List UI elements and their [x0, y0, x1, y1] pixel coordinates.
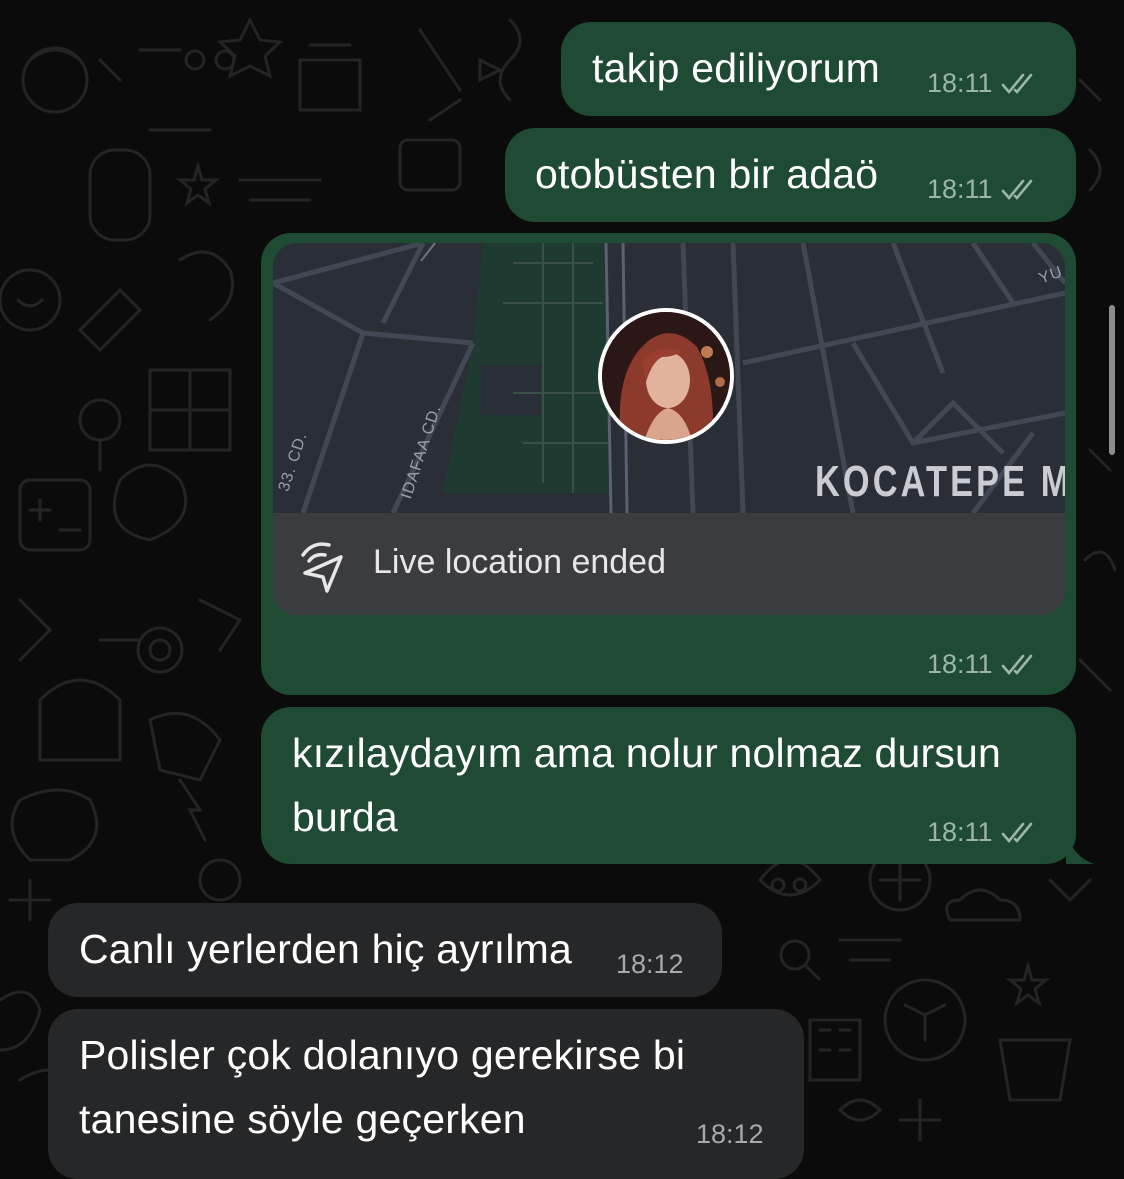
message-text-line: burda	[292, 794, 398, 840]
outgoing-message[interactable]: otobüsten bir adaö 18:11	[505, 128, 1076, 222]
message-text: otobüsten bir adaö	[535, 151, 879, 197]
double-check-icon	[1001, 73, 1032, 94]
outgoing-message[interactable]: kızılaydayım ama nolur nolmaz dursun bur…	[261, 707, 1076, 864]
double-check-icon	[1001, 179, 1032, 200]
message-time: 18:12	[696, 1119, 764, 1149]
message-time: 18:11	[927, 649, 993, 679]
message-meta: 18:12	[696, 1119, 764, 1150]
outgoing-message[interactable]: takip ediliyorum 18:11	[561, 22, 1076, 116]
message-meta: 18:12	[616, 949, 684, 980]
incoming-message[interactable]: Canlı yerlerden hiç ayrılma 18:12	[48, 903, 722, 997]
message-time: 18:11	[927, 68, 993, 98]
message-meta: 18:11	[927, 649, 1039, 680]
message-text-line: kızılaydayım ama nolur nolmaz dursun	[292, 730, 1002, 776]
message-text-line: Polisler çok dolanıyo gerekirse bi	[79, 1032, 686, 1078]
live-location-icon	[301, 542, 343, 593]
message-text-line: tanesine söyle geçerken	[79, 1096, 526, 1142]
live-location-card[interactable]: 33. CD. IDAFAA CD. YU KOCATEPE M Live lo…	[273, 243, 1065, 615]
message-meta: 18:11	[927, 68, 1039, 99]
message-meta: 18:11	[927, 817, 1039, 848]
double-check-icon	[1001, 822, 1032, 843]
live-location-status-bar: Live location ended	[273, 513, 1065, 615]
map-area-label: KOCATEPE M	[815, 457, 1065, 506]
avatar	[598, 308, 734, 444]
message-time: 18:12	[616, 949, 684, 979]
double-check-icon	[1001, 654, 1032, 675]
bubble-tail	[1066, 836, 1094, 864]
message-time: 18:11	[927, 817, 993, 847]
incoming-message[interactable]: Polisler çok dolanıyo gerekirse bi tanes…	[48, 1009, 804, 1179]
message-time: 18:11	[927, 174, 993, 204]
message-text: Canlı yerlerden hiç ayrılma	[79, 926, 573, 972]
live-location-status-text: Live location ended	[373, 543, 667, 581]
scrollbar[interactable]	[1109, 305, 1115, 455]
live-location-message[interactable]: 33. CD. IDAFAA CD. YU KOCATEPE M Live lo…	[261, 233, 1076, 695]
message-text: takip ediliyorum	[592, 45, 881, 91]
message-meta: 18:11	[927, 174, 1039, 205]
